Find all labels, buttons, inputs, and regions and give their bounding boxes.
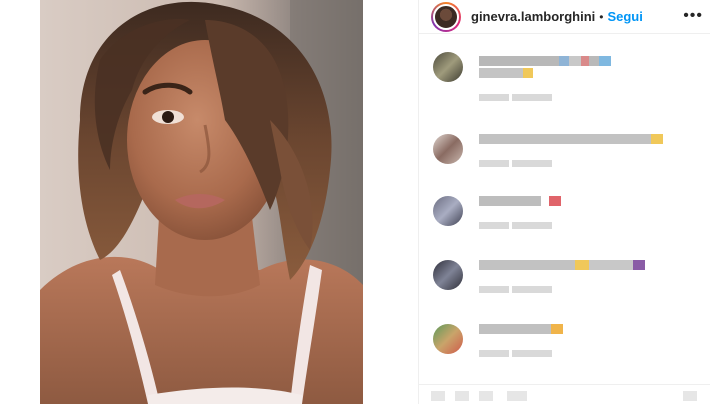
comment-item <box>419 130 710 190</box>
comment-meta <box>479 94 552 102</box>
pixelated-comment-text <box>479 260 645 270</box>
comment-item <box>419 48 710 108</box>
pixelated-comment-text <box>479 134 663 144</box>
post-header: ginevra.lamborghini • Segui ••• <box>419 0 710 34</box>
pixelated-comment-text <box>479 196 561 206</box>
comment-avatar[interactable] <box>433 260 463 290</box>
heart-icon[interactable] <box>431 391 445 401</box>
comment-icon[interactable] <box>455 391 469 401</box>
comment-item <box>419 320 710 380</box>
pixelated-comment-text-line-2 <box>479 68 533 78</box>
comment-item <box>419 192 710 252</box>
share-icon[interactable] <box>479 391 493 401</box>
comment-meta <box>479 350 552 358</box>
pixelated-comment-text <box>479 56 611 66</box>
profile-username[interactable]: ginevra.lamborghini <box>471 9 595 24</box>
page-margin <box>0 0 40 404</box>
selfie-image <box>40 0 363 404</box>
post-photo[interactable] <box>40 0 363 404</box>
bookmark-icon[interactable] <box>683 391 697 401</box>
pixelated-comment-text <box>479 324 563 334</box>
comment-meta <box>479 160 552 168</box>
comment-item <box>419 256 710 316</box>
profile-avatar[interactable] <box>431 1 461 32</box>
comment-avatar[interactable] <box>433 134 463 164</box>
post-actions-bar <box>419 384 710 404</box>
follow-button[interactable]: Segui <box>607 9 642 24</box>
separator-dot: • <box>599 9 604 24</box>
layout-gap <box>363 0 418 404</box>
comment-avatar[interactable] <box>433 196 463 226</box>
share-icon-extra[interactable] <box>507 391 527 401</box>
comment-meta <box>479 222 552 230</box>
comment-meta <box>479 286 552 294</box>
more-options-icon[interactable]: ••• <box>683 8 703 24</box>
comment-avatar[interactable] <box>433 52 463 82</box>
post-side-panel: ginevra.lamborghini • Segui ••• <box>418 0 710 404</box>
comment-avatar[interactable] <box>433 324 463 354</box>
